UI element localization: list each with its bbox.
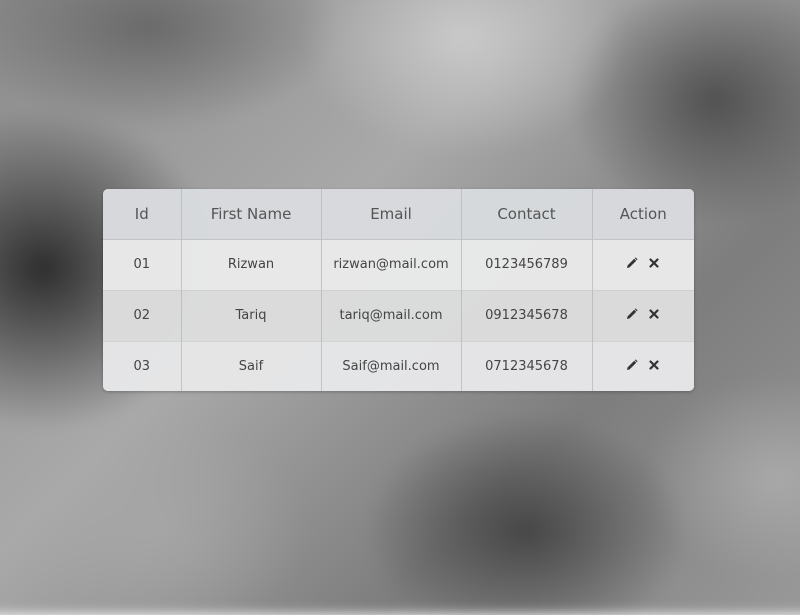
- edit-button[interactable]: [626, 359, 638, 371]
- cell-contact: 0712345678: [461, 341, 593, 391]
- pencil-icon: [627, 307, 638, 319]
- cell-email: tariq@mail.com: [321, 290, 462, 341]
- table-row: 03 Saif Saif@mail.com 0712345678: [103, 341, 694, 391]
- cell-first-name: Saif: [181, 341, 322, 391]
- cell-email: rizwan@mail.com: [321, 239, 462, 290]
- cell-id: 03: [103, 341, 182, 391]
- data-table: Id First Name Email Contact Action 01 Ri…: [103, 189, 694, 391]
- table-header-row: Id First Name Email Contact Action: [103, 189, 694, 240]
- column-header-action: Action: [592, 189, 694, 240]
- table-row: 01 Rizwan rizwan@mail.com 0123456789: [103, 239, 694, 290]
- row-actions: [626, 256, 660, 269]
- cell-action: [592, 290, 694, 341]
- pencil-icon: [627, 359, 638, 370]
- row-actions: [626, 359, 660, 371]
- column-header-contact: Contact: [461, 189, 593, 240]
- delete-button[interactable]: [648, 257, 660, 269]
- close-icon: [649, 360, 659, 370]
- column-header-email: Email: [321, 189, 462, 240]
- cell-id: 01: [103, 239, 182, 290]
- pencil-icon: [627, 256, 638, 268]
- data-table-card: Id First Name Email Contact Action 01 Ri…: [103, 189, 694, 391]
- column-header-id: Id: [103, 189, 182, 240]
- column-header-first-name: First Name: [181, 189, 322, 240]
- table-row: 02 Tariq tariq@mail.com 0912345678: [103, 290, 694, 341]
- close-icon: [649, 257, 659, 268]
- row-actions: [626, 307, 660, 320]
- edit-button[interactable]: [626, 256, 638, 269]
- edit-button[interactable]: [626, 307, 638, 320]
- cell-contact: 0123456789: [461, 239, 593, 290]
- cell-first-name: Tariq: [181, 290, 322, 341]
- cell-contact: 0912345678: [461, 290, 593, 341]
- cell-id: 02: [103, 290, 182, 341]
- cell-first-name: Rizwan: [181, 239, 322, 290]
- delete-button[interactable]: [648, 308, 660, 320]
- cell-action: [592, 239, 694, 290]
- cell-action: [592, 341, 694, 391]
- close-icon: [649, 308, 659, 319]
- cell-email: Saif@mail.com: [321, 341, 462, 391]
- delete-button[interactable]: [648, 359, 660, 371]
